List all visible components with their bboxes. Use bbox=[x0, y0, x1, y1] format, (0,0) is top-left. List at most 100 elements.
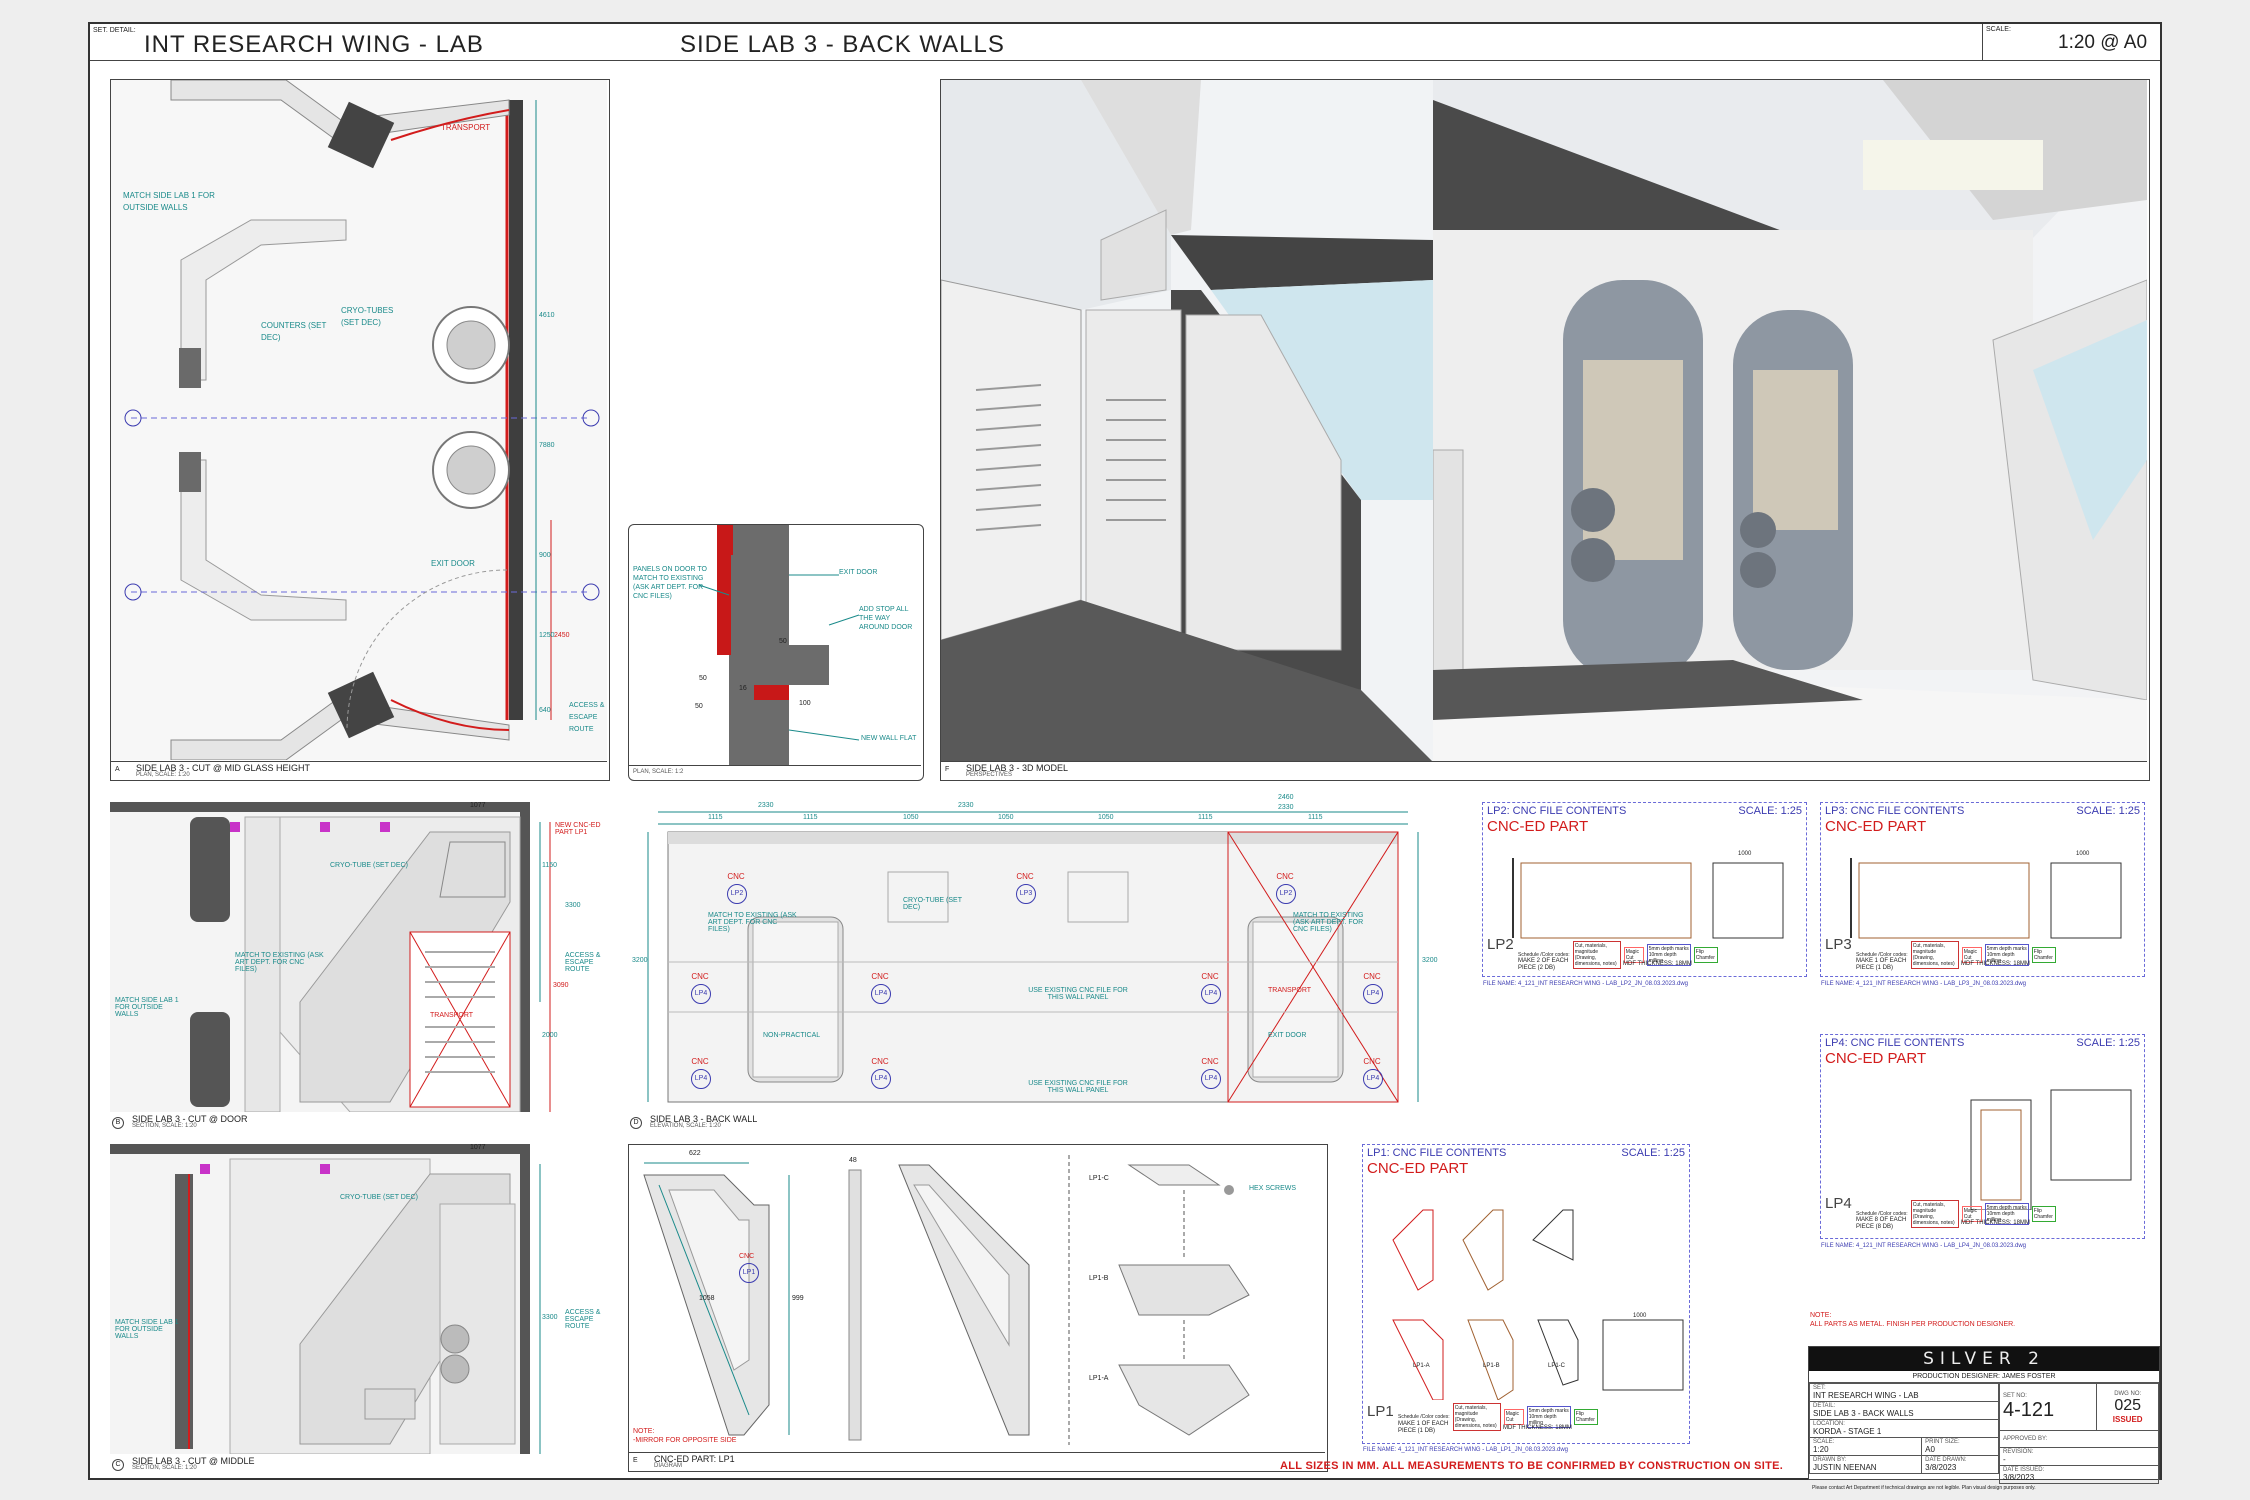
cnc-tag: CNC bbox=[871, 972, 889, 981]
cnc-sheet-thickness: MDF THICKNESS: 18MM bbox=[1623, 961, 1692, 967]
cnc-sheet-heading: CNC-ED PART bbox=[1825, 818, 1927, 835]
section-door-new-cnc: NEW CNC-ED PART LP1 bbox=[555, 822, 601, 836]
tb-detail-value: SIDE LAB 3 - BACK WALLS bbox=[1813, 1409, 1914, 1418]
diagram-letter: E bbox=[633, 1457, 638, 1464]
cnc-part-lp1c: LP1-C bbox=[1548, 1363, 1566, 1369]
cnc-tag: CNC bbox=[691, 972, 709, 981]
cnc-sheet-lp2: LP2: CNC FILE CONTENTS SCALE: 1:25 CNC-E… bbox=[1482, 802, 1807, 987]
bottom-note: ALL SIZES IN MM. ALL MEASUREMENTS TO BE … bbox=[1280, 1460, 1784, 1472]
elev-note-match-2: MATCH TO EXISTING (ASK ART DEPT. FOR CNC… bbox=[1293, 912, 1364, 933]
section-door-subtitle: SECTION, SCALE: 1:20 bbox=[132, 1123, 197, 1129]
elevation-drawing bbox=[647, 811, 1419, 1103]
cnc-sheet-code: LP4 bbox=[1825, 1195, 1852, 1212]
elev-side-dim-right: 3200 bbox=[1422, 957, 1438, 964]
elev-top-dim-2: 2330 bbox=[958, 802, 974, 809]
cnc-sheet-thickness: MDF THICKNESS: 18MM bbox=[1961, 961, 2030, 967]
section-door-label-bar: B SIDE LAB 3 - CUT @ DOOR SECTION, SCALE… bbox=[110, 1114, 610, 1130]
cnc-sheet-heading: CNC-ED PART bbox=[1825, 1050, 1927, 1067]
section-door-dim-2: 1150 bbox=[542, 862, 558, 869]
cnc-sheet-make: MAKE 1 OF EACH PIECE (1 DB) bbox=[1398, 1421, 1449, 1434]
diagram-note-title: NOTE: bbox=[633, 1428, 655, 1435]
tb-date-issued: DATE ISSUED: 3/8/2023 bbox=[1999, 1465, 2159, 1484]
detail-dim-4: 16 bbox=[739, 685, 747, 692]
cnc-sheet-make: MAKE 2 OF EACH PIECE (2 DB) bbox=[1518, 958, 1569, 971]
tb-approved: APPROVED BY: bbox=[1999, 1430, 2159, 1448]
note-access-route: ACCESS & ESCAPE ROUTE bbox=[569, 702, 605, 733]
elevation-label-bar: D SIDE LAB 3 - BACK WALL ELEVATION, SCAL… bbox=[628, 1114, 1438, 1130]
tb-location-value: KORDA - STAGE 1 bbox=[1813, 1427, 1882, 1436]
cnc-sheet-lp3: LP3: CNC FILE CONTENTS SCALE: 1:25 CNC-E… bbox=[1820, 802, 2145, 987]
tb-print-size-value: A0 bbox=[1925, 1445, 1935, 1454]
section-door-access: ACCESS & ESCAPE ROUTE bbox=[565, 952, 601, 973]
sheet-title: SIDE LAB 3 - BACK WALLS bbox=[680, 31, 1005, 58]
cnc-sheet-title: LP1: CNC FILE CONTENTS bbox=[1367, 1147, 1507, 1159]
model-subtitle: PERSPECTIVES bbox=[966, 772, 1013, 778]
detail-note-wall-flat: NEW WALL FLAT bbox=[861, 735, 917, 742]
cnc-sheet-code: LP3 bbox=[1825, 936, 1852, 953]
cnc-sheet-title: LP4: CNC FILE CONTENTS bbox=[1825, 1037, 1965, 1049]
diagram-subtitle: DIAGRAM bbox=[654, 1463, 683, 1469]
elev-sub-dim-6: 1115 bbox=[1198, 814, 1213, 821]
production-designer: PRODUCTION DESIGNER: JAMES FOSTER bbox=[1809, 1371, 2159, 1383]
elev-note-transport: TRANSPORT bbox=[1268, 987, 1312, 994]
cnc-sheet-shapes bbox=[1850, 858, 2122, 939]
diagram-part-c: LP1-C bbox=[1089, 1175, 1109, 1182]
diagram-dim-1: 622 bbox=[689, 1150, 701, 1157]
diagram-dim-4: 999 bbox=[792, 1295, 804, 1302]
diagram-drawing bbox=[643, 1155, 1250, 1445]
section-door-dim-4: 2000 bbox=[542, 1032, 558, 1039]
elev-note-exit-door: EXIT DOOR bbox=[1268, 1032, 1307, 1039]
note-counters: COUNTERS (SET DEC) bbox=[261, 321, 327, 342]
plan-dim-2: 7880 bbox=[539, 442, 555, 449]
tb-set: SET: INT RESEARCH WING - LAB bbox=[1809, 1383, 1999, 1402]
door-detail-drawing bbox=[698, 525, 860, 765]
note-metal-text: ALL PARTS AS METAL. FINISH PER PRODUCTIO… bbox=[1810, 1321, 2016, 1328]
section-middle-panel: CRYO-TUBE (SET DEC) MATCH SIDE LAB 1 FOR… bbox=[110, 1144, 610, 1472]
tb-sheet-no: DWG NO: 025 ISSUED bbox=[2096, 1383, 2159, 1431]
section-door-match: MATCH TO EXISTING (ASK ART DEPT. FOR CNC… bbox=[235, 952, 324, 973]
note-match-side-lab1: MATCH SIDE LAB 1 FOR OUTSIDE WALLS bbox=[123, 191, 215, 212]
cnc-tag: CNC bbox=[1201, 972, 1219, 981]
tb-scale-value: 1:20 bbox=[1813, 1445, 1829, 1454]
tb-revision-label: REVISION: bbox=[2003, 1449, 2034, 1455]
cnc-sheet-thickness: MDF THICKNESS: 18MM bbox=[1503, 1425, 1572, 1431]
cnc-sheet-shapes bbox=[1970, 1089, 2132, 1210]
cnc-tag: CNC bbox=[1363, 1057, 1381, 1066]
door-detail-panel: PANELS ON DOOR TO MATCH TO EXISTING (ASK… bbox=[628, 524, 924, 781]
title-block-logo: SILVER 2 bbox=[1809, 1347, 2159, 1371]
tb-print-size: PRINT SIZE: A0 bbox=[1921, 1437, 1999, 1456]
cnc-sheet-lp1: LP1: CNC FILE CONTENTS SCALE: 1:25 CNC-E… bbox=[1362, 1144, 1690, 1453]
diagram-part-a: LP1-A bbox=[1089, 1375, 1109, 1382]
detail-subtitle: PLAN, SCALE: 1:2 bbox=[633, 769, 684, 775]
section-door-dim-1: 1077 bbox=[470, 802, 486, 809]
plan-drawing bbox=[111, 80, 607, 760]
diagram-part-b: LP1-B bbox=[1089, 1275, 1109, 1282]
cnc-sheet-filename: FILE NAME: 4_121_INT RESEARCH WING - LAB… bbox=[1363, 1447, 1568, 1453]
plan-label-bar: A SIDE LAB 3 - CUT @ MID GLASS HEIGHT PL… bbox=[111, 761, 607, 780]
logo-text: SILVER 2 bbox=[1923, 1349, 2045, 1369]
cnc-id: LP4 bbox=[691, 1069, 711, 1089]
elev-side-dim-left: 3200 bbox=[632, 957, 648, 964]
section-door-dim-3: 3090 bbox=[553, 982, 569, 989]
drawing-sheet: SET. DETAIL: INT RESEARCH WING - LAB SID… bbox=[88, 22, 2162, 1491]
cnc-sheet-code: LP1 bbox=[1367, 1403, 1394, 1420]
detail-dim-2: 50 bbox=[699, 675, 707, 682]
section-middle-access: ACCESS & ESCAPE ROUTE bbox=[565, 1309, 601, 1330]
legend-item-4: Flip Chamfer bbox=[2031, 947, 2056, 963]
tb-revision: REVISION: - bbox=[1999, 1447, 2159, 1466]
section-door-match-lab1: MATCH SIDE LAB 1 FOR OUTSIDE WALLS bbox=[115, 997, 179, 1018]
elev-top-dim-1: 2330 bbox=[758, 802, 774, 809]
scale-value: 1:20 @ A0 bbox=[2058, 32, 2148, 53]
detail-note-panels: PANELS ON DOOR TO MATCH TO EXISTING (ASK… bbox=[633, 566, 707, 600]
section-door-panel: NEW CNC-ED PART LP1 CRYO-TUBE (SET DEC) … bbox=[110, 802, 610, 1130]
cnc-sheet-shapes bbox=[1392, 1209, 1684, 1400]
note-metal-title: NOTE: bbox=[1810, 1312, 1832, 1319]
elev-sub-dim-1: 1115 bbox=[708, 814, 723, 821]
cnc-sheet-scale: SCALE: 1:25 bbox=[1621, 1147, 1685, 1159]
cnc-id: LP4 bbox=[871, 984, 891, 1004]
tb-set-no-value: 4-121 bbox=[2003, 1398, 2055, 1421]
header-separator bbox=[1982, 24, 1983, 60]
tb-set-value: INT RESEARCH WING - LAB bbox=[1813, 1391, 1919, 1400]
cnc-sheet-title: LP2: CNC FILE CONTENTS bbox=[1487, 805, 1627, 817]
model-view-panel: F SIDE LAB 3 - 3D MODEL PERSPECTIVES bbox=[940, 79, 2150, 781]
